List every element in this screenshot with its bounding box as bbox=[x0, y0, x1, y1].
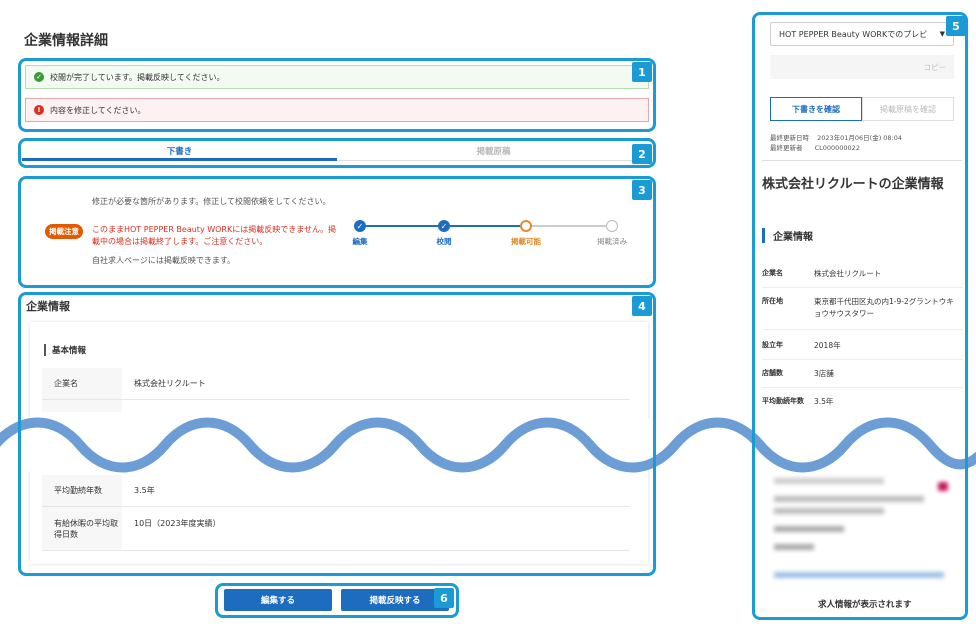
callout-frame-5 bbox=[752, 12, 968, 620]
callout-number-5: 5 bbox=[946, 16, 966, 36]
callout-frame-1 bbox=[18, 58, 656, 132]
page-title: 企業情報詳細 bbox=[24, 33, 108, 49]
callout-number-3: 3 bbox=[632, 180, 652, 200]
callout-number-1: 1 bbox=[632, 62, 652, 82]
callout-frame-2 bbox=[18, 138, 656, 168]
page: 企業情報詳細 ✓ 校閲が完了しています。掲載反映してください。 ! 内容を修正し… bbox=[0, 0, 976, 628]
callout-number-6: 6 bbox=[434, 588, 454, 608]
callout-number-4: 4 bbox=[632, 296, 652, 316]
callout-frame-4 bbox=[18, 292, 656, 576]
callout-number-2: 2 bbox=[632, 144, 652, 164]
callout-frame-6 bbox=[215, 583, 459, 618]
callout-frame-3 bbox=[18, 176, 656, 288]
